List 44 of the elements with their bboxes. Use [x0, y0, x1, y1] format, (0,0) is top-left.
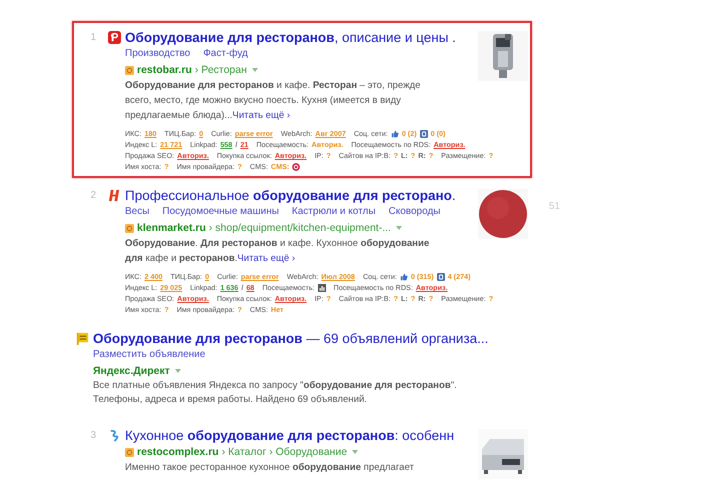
snippet-text: Оборудование. Для ресторанов и кафе. Кухонное оборудование для кафе и ресторанов.Читать ещё ›: [125, 237, 430, 266]
result-title-link[interactable]: Оборудование для ресторанов — 69 объявлений организа...: [93, 330, 488, 347]
result-title-link[interactable]: Кухонное оборудование для ресторанов: особенн: [125, 427, 454, 444]
flag-icon: [76, 332, 89, 345]
favicon-icon: [108, 189, 121, 202]
result-title-link[interactable]: Оборудование для ресторанов, описание и цены .: [125, 29, 456, 46]
site-icon: [125, 224, 134, 232]
domain-link[interactable]: klenmarket.ru: [137, 220, 206, 236]
snippet-text: Все платные объявления Яндекса по запросу "оборудование для ресторанов". Телефоны, адреса и время работы. Найдено 69 объявлений.: [93, 379, 458, 407]
domain-link[interactable]: Яндекс.Директ: [93, 363, 170, 379]
caret-icon[interactable]: [174, 369, 181, 373]
read-more-link[interactable]: Читать ещё ›: [237, 253, 296, 264]
chart-icon: [318, 284, 326, 292]
thumbs-up-icon: [400, 272, 408, 280]
breadcrumb-link[interactable]: › Каталог › Оборудование: [222, 444, 348, 460]
sitelink[interactable]: Разместить объявление: [93, 347, 206, 363]
snippet-text: Оборудование для ресторанов и кафе. Ресторан – это, прежде всего, место, где можно вкусно поесть. Кухня (имеется в виду предлагаемые блюда)...Читать ещё ›: [125, 79, 422, 123]
cms-badge-icon: [292, 162, 300, 170]
favicon-icon: [108, 429, 121, 442]
domain-link[interactable]: restocomplex.ru: [137, 444, 219, 460]
sitelink[interactable]: Весы: [125, 204, 150, 220]
breadcrumb-link[interactable]: › shop/equipment/kitchen-equipment-...: [208, 220, 391, 236]
site-icon: [125, 448, 134, 456]
caret-icon[interactable]: [352, 450, 358, 454]
favicon-icon: [108, 31, 121, 44]
result-number: 3: [89, 429, 96, 443]
sitelink[interactable]: Посудомоечные машины: [162, 204, 279, 220]
site-icon: [125, 66, 134, 74]
social-badge-icon: [436, 272, 445, 280]
social-badge-icon: [420, 130, 428, 138]
snippet-text: Именно такое ресторанное кухонное оборудование предлагает: [125, 461, 415, 475]
sitelink[interactable]: Производство: [125, 46, 190, 62]
thumbs-up-icon: [390, 130, 399, 138]
result-title-link[interactable]: Профессиональное оборудование для ресторано.: [125, 187, 456, 204]
domain-link[interactable]: restobar.ru: [137, 62, 192, 78]
caret-icon[interactable]: [396, 226, 402, 230]
sitelink[interactable]: Кастрюли и котлы: [292, 204, 376, 220]
sitelink[interactable]: Сковороды: [388, 204, 440, 220]
read-more-link[interactable]: Читать ещё ›: [232, 110, 290, 121]
breadcrumb-link[interactable]: › Ресторан: [194, 62, 247, 78]
sitelink[interactable]: Фаст-фуд: [203, 46, 248, 62]
caret-icon[interactable]: [252, 68, 258, 72]
result-number: 1: [89, 31, 96, 45]
result-number: 2: [89, 189, 96, 203]
